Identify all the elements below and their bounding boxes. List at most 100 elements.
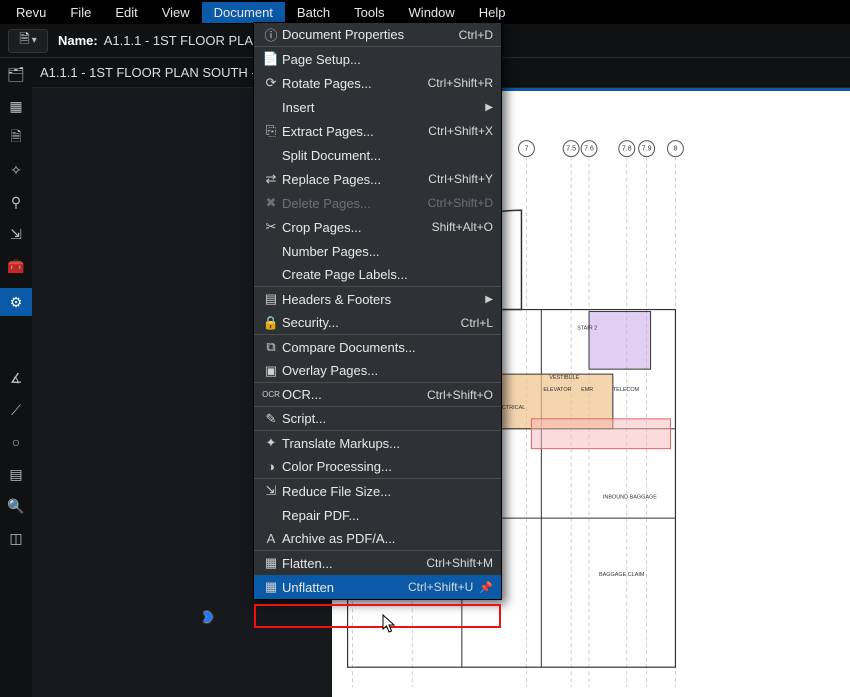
menu-item-create-page-labels[interactable]: Create Page Labels... <box>254 263 501 287</box>
chevron-down-icon: ▾ <box>32 35 37 46</box>
files-icon[interactable]: 🗂 <box>6 64 26 84</box>
room-label: BAGGAGE CLAIM <box>599 572 645 578</box>
menu-item-shortcut: Ctrl+L <box>461 316 493 330</box>
menu-item-headers-footers[interactable]: ▤Headers & Footers ▶ <box>254 287 501 311</box>
pin-icon[interactable]: ⚲ <box>6 192 26 212</box>
menu-item-shortcut: Ctrl+Shift+X <box>428 124 493 138</box>
menu-item-unflatten[interactable]: ▦UnflattenCtrl+Shift+U📌 <box>254 575 501 599</box>
menu-item-label: Archive as PDF/A... <box>282 531 493 546</box>
menu-item-icon: ⧉ <box>260 339 282 355</box>
slope-icon[interactable]: ⟋ <box>6 400 26 420</box>
save-icon: 🗎 <box>19 30 29 52</box>
menu-file[interactable]: File <box>58 2 103 23</box>
menu-item-icon: ⇲ <box>260 483 282 499</box>
menu-item-icon: A <box>260 531 282 546</box>
menu-item-shortcut: Ctrl+Shift+O <box>427 388 493 402</box>
menu-item-label: Split Document... <box>282 148 493 163</box>
menu-item-ocr[interactable]: OCROCR... Ctrl+Shift+O <box>254 383 501 407</box>
menu-item-overlay-pages[interactable]: ▣Overlay Pages... <box>254 359 501 383</box>
toolbox-icon[interactable]: 🧰 <box>6 256 26 276</box>
menu-item-icon: ▤ <box>260 291 282 307</box>
menu-item-icon: ⎘ <box>260 123 282 139</box>
menu-item-crop-pages[interactable]: ✂Crop Pages...Shift+Alt+O <box>254 215 501 239</box>
doc-icon[interactable]: 🗎 <box>6 128 26 148</box>
menu-tools[interactable]: Tools <box>342 2 396 23</box>
menu-item-translate-markups[interactable]: ✦Translate Markups... <box>254 431 501 455</box>
menu-item-icon: ⇄ <box>260 171 282 187</box>
search-icon[interactable]: 🔍 <box>6 496 26 516</box>
menu-item-label: Translate Markups... <box>282 436 493 451</box>
menu-item-label: Compare Documents... <box>282 340 493 355</box>
room-label: STAIR 2 <box>577 325 597 331</box>
menu-document[interactable]: Document <box>202 2 285 23</box>
menu-window[interactable]: Window <box>397 2 467 23</box>
col-bubble: 7 <box>524 146 528 153</box>
col-bubble: 7.5 <box>566 146 576 153</box>
menu-item-label: Security... <box>282 315 453 330</box>
measure-icon[interactable]: ∡ <box>6 368 26 388</box>
menu-item-label: Unflatten <box>282 580 400 595</box>
menu-item-color-processing[interactable]: ◑Color Processing... <box>254 455 501 479</box>
menu-item-page-setup[interactable]: 📄Page Setup... <box>254 47 501 71</box>
menu-item-icon: OCR <box>260 390 282 399</box>
menu-item-label: Reduce File Size... <box>282 484 493 499</box>
menu-item-label: Document Properties <box>282 27 451 42</box>
menu-item-archive-as-pdf-a[interactable]: AArchive as PDF/A... <box>254 527 501 551</box>
menu-item-label: Color Processing... <box>282 459 493 474</box>
menu-item-icon: ✂ <box>260 219 282 235</box>
menu-item-icon: 🔒 <box>260 315 282 331</box>
room-label: VESTIBULE <box>549 375 579 381</box>
submenu-arrow-icon: ▶ <box>485 102 493 113</box>
menu-item-split-document[interactable]: Split Document... <box>254 143 501 167</box>
open-document-tab[interactable]: A1.1.1 - 1ST FLOOR PLAN SOUTH - <box>40 65 256 80</box>
menu-item-label: OCR... <box>282 387 419 402</box>
submenu-arrow-icon: ▶ <box>485 294 493 305</box>
menu-item-label: Page Setup... <box>282 52 493 67</box>
menu-item-shortcut: Ctrl+Shift+D <box>428 196 493 210</box>
menu-revu[interactable]: Revu <box>4 2 58 23</box>
menu-item-number-pages[interactable]: Number Pages... <box>254 239 501 263</box>
menu-item-label: Crop Pages... <box>282 220 424 235</box>
book-icon[interactable]: ▤ <box>6 464 26 484</box>
box-icon[interactable]: ◫ <box>6 528 26 548</box>
menu-item-compare-documents[interactable]: ⧉Compare Documents... <box>254 335 501 359</box>
menu-item-icon: ▦ <box>260 579 282 595</box>
menu-item-label: Headers & Footers <box>282 292 479 307</box>
gear-icon[interactable]: ⚙ <box>0 288 32 316</box>
grid-icon[interactable]: ▦ <box>6 96 26 116</box>
menu-item-icon: ◑ <box>260 459 282 474</box>
room-label: TELECOM <box>613 387 640 393</box>
circle-icon[interactable]: ○ <box>6 432 26 452</box>
menu-item-flatten[interactable]: ▦Flatten...Ctrl+Shift+M <box>254 551 501 575</box>
menu-view[interactable]: View <box>150 2 202 23</box>
menu-help[interactable]: Help <box>467 2 518 23</box>
menu-item-reduce-file-size[interactable]: ⇲Reduce File Size... <box>254 479 501 503</box>
menu-item-replace-pages[interactable]: ⇄Replace Pages...Ctrl+Shift+Y <box>254 167 501 191</box>
menu-batch[interactable]: Batch <box>285 2 342 23</box>
menu-item-label: Script... <box>282 411 493 426</box>
menu-item-label: Insert <box>282 100 479 115</box>
menu-item-script[interactable]: ✎Script... <box>254 407 501 431</box>
menu-item-label: Overlay Pages... <box>282 363 493 378</box>
menu-edit[interactable]: Edit <box>103 2 149 23</box>
col-bubble: 7.8 <box>622 146 632 153</box>
menu-item-repair-pdf[interactable]: Repair PDF... <box>254 503 501 527</box>
menu-item-icon: ▦ <box>260 555 282 571</box>
layers-icon[interactable]: ✧ <box>6 160 26 180</box>
menu-item-icon: ✎ <box>260 411 282 427</box>
menu-item-label: Rotate Pages... <box>282 76 420 91</box>
menu-item-label: Replace Pages... <box>282 172 420 187</box>
menu-item-security[interactable]: 🔒Security... Ctrl+L <box>254 311 501 335</box>
menu-item-shortcut: Ctrl+Shift+R <box>428 76 493 90</box>
menu-item-label: Create Page Labels... <box>282 267 493 282</box>
menu-item-extract-pages[interactable]: ⎘Extract Pages...Ctrl+Shift+X <box>254 119 501 143</box>
room-label: EMR <box>581 387 593 393</box>
menu-item-insert[interactable]: Insert ▶ <box>254 95 501 119</box>
menu-item-icon: 📄 <box>260 51 282 67</box>
save-dropdown-button[interactable]: 🗎 ▾ <box>8 29 48 53</box>
plan-icon[interactable]: ⇲ <box>6 224 26 244</box>
menu-item-icon: ✖ <box>260 195 282 211</box>
menu-item-document-properties[interactable]: ⓘDocument PropertiesCtrl+D <box>254 23 501 47</box>
col-bubble: 8 <box>674 146 678 153</box>
menu-item-rotate-pages[interactable]: ⟳Rotate Pages...Ctrl+Shift+R <box>254 71 501 95</box>
